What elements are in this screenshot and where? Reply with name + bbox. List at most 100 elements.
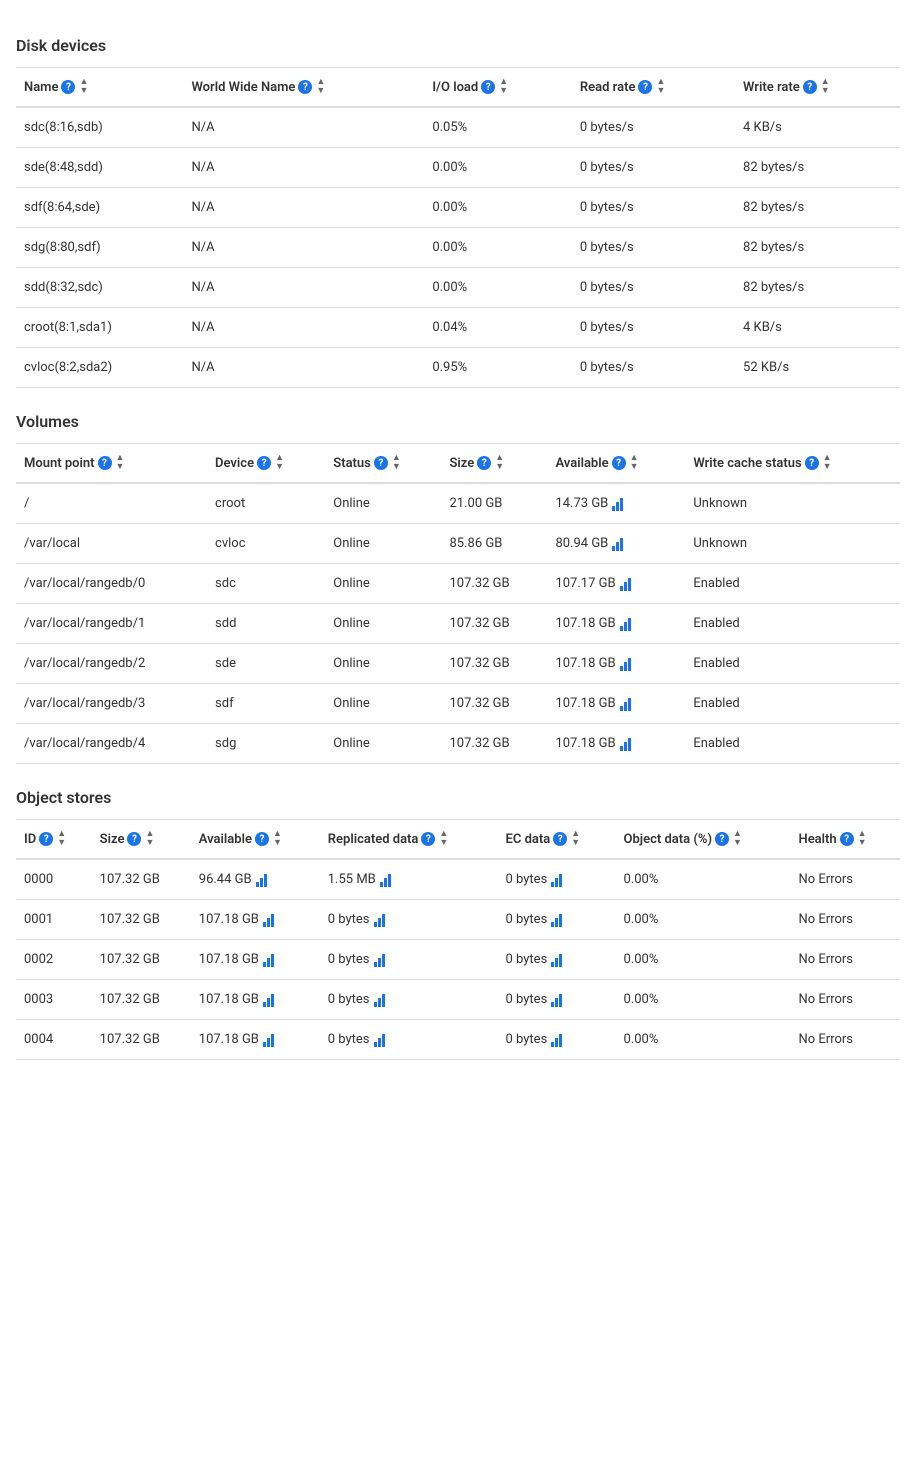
os-id-sort[interactable]: ▲▼ — [57, 830, 66, 848]
bar-chart-icon[interactable] — [551, 993, 562, 1007]
bar-chart-icon[interactable] — [551, 953, 562, 967]
bar-chart-icon[interactable] — [620, 737, 631, 751]
disk-write-cell: 4 KB/s — [735, 107, 900, 148]
th-os-available-label: Available — [199, 832, 252, 847]
vol-available-cell: 80.94 GB — [547, 524, 685, 564]
name-help-icon[interactable]: ? — [61, 80, 75, 94]
wwn-sort[interactable]: ▲▼ — [316, 78, 325, 96]
size-help-icon[interactable]: ? — [477, 456, 491, 470]
th-os-replicated-label: Replicated data — [328, 832, 419, 847]
table-row: /var/local/rangedb/1 sdd Online 107.32 G… — [16, 604, 900, 644]
disk-write-cell: 52 KB/s — [735, 348, 900, 388]
th-os-ec: EC data ? ▲▼ — [498, 820, 616, 860]
bar-chart-icon[interactable] — [620, 697, 631, 711]
os-replicated-sort[interactable]: ▲▼ — [439, 830, 448, 848]
disk-read-cell: 0 bytes/s — [572, 308, 735, 348]
bar-chart-icon[interactable] — [263, 913, 274, 927]
os-replicated-cell: 1.55 MB — [320, 859, 498, 900]
bar-chart-icon[interactable] — [620, 657, 631, 671]
os-ec-sort[interactable]: ▲▼ — [571, 830, 580, 848]
os-size-sort[interactable]: ▲▼ — [145, 830, 154, 848]
read-help-icon[interactable]: ? — [638, 80, 652, 94]
size-sort[interactable]: ▲▼ — [495, 454, 504, 472]
os-health-cell: No Errors — [790, 940, 900, 980]
th-os-size-label: Size — [100, 832, 125, 847]
bar-chart-icon[interactable] — [263, 953, 274, 967]
disk-io-cell: 0.00% — [424, 188, 572, 228]
bar-chart-icon[interactable] — [374, 953, 385, 967]
table-row: sdg(8:80,sdf) N/A 0.00% 0 bytes/s 82 byt… — [16, 228, 900, 268]
th-device-label: Device — [215, 456, 254, 471]
read-sort[interactable]: ▲▼ — [656, 78, 665, 96]
status-sort[interactable]: ▲▼ — [392, 454, 401, 472]
os-ec-cell: 0 bytes — [498, 859, 616, 900]
vol-mount-cell: /var/local/rangedb/2 — [16, 644, 207, 684]
io-sort[interactable]: ▲▼ — [499, 78, 508, 96]
table-row: croot(8:1,sda1) N/A 0.04% 0 bytes/s 4 KB… — [16, 308, 900, 348]
os-id-help-icon[interactable]: ? — [39, 832, 53, 846]
bar-chart-icon[interactable] — [263, 1033, 274, 1047]
bar-chart-icon[interactable] — [551, 1033, 562, 1047]
os-object-pct-sort[interactable]: ▲▼ — [733, 830, 742, 848]
disk-read-cell: 0 bytes/s — [572, 348, 735, 388]
available-help-icon[interactable]: ? — [612, 456, 626, 470]
io-help-icon[interactable]: ? — [481, 80, 495, 94]
vol-mount-cell: /var/local/rangedb/0 — [16, 564, 207, 604]
bar-chart-icon[interactable] — [620, 617, 631, 631]
th-os-id-label: ID — [24, 832, 36, 847]
write-help-icon[interactable]: ? — [803, 80, 817, 94]
device-sort[interactable]: ▲▼ — [275, 454, 284, 472]
name-sort[interactable]: ▲▼ — [79, 78, 88, 96]
os-available-help-icon[interactable]: ? — [255, 832, 269, 846]
bar-chart-icon[interactable] — [374, 993, 385, 1007]
bar-chart-icon[interactable] — [620, 577, 631, 591]
vol-device-cell: croot — [207, 483, 325, 524]
vol-write-cache-cell: Enabled — [685, 684, 900, 724]
os-ec-cell: 0 bytes — [498, 900, 616, 940]
os-available-sort[interactable]: ▲▼ — [273, 830, 282, 848]
bar-chart-icon[interactable] — [612, 497, 623, 511]
mount-sort[interactable]: ▲▼ — [116, 454, 125, 472]
th-name-label: Name — [24, 80, 58, 95]
os-object-pct-help-icon[interactable]: ? — [715, 832, 729, 846]
os-health-sort[interactable]: ▲▼ — [858, 830, 867, 848]
write-sort[interactable]: ▲▼ — [821, 78, 830, 96]
disk-read-cell: 0 bytes/s — [572, 228, 735, 268]
write-cache-sort[interactable]: ▲▼ — [823, 454, 832, 472]
os-ec-help-icon[interactable]: ? — [553, 832, 567, 846]
vol-device-cell: sde — [207, 644, 325, 684]
th-write-cache: Write cache status ? ▲▼ — [685, 444, 900, 484]
os-size-help-icon[interactable]: ? — [127, 832, 141, 846]
bar-chart-icon[interactable] — [374, 1033, 385, 1047]
os-health-help-icon[interactable]: ? — [840, 832, 854, 846]
bar-chart-icon[interactable] — [380, 873, 391, 887]
available-sort[interactable]: ▲▼ — [630, 454, 639, 472]
os-object-pct-cell: 0.00% — [615, 940, 790, 980]
device-help-icon[interactable]: ? — [257, 456, 271, 470]
disk-read-cell: 0 bytes/s — [572, 148, 735, 188]
vol-available-cell: 107.18 GB — [547, 684, 685, 724]
disk-name-cell: croot(8:1,sda1) — [16, 308, 183, 348]
os-ec-cell: 0 bytes — [498, 1020, 616, 1060]
disk-write-cell: 82 bytes/s — [735, 228, 900, 268]
write-cache-help-icon[interactable]: ? — [805, 456, 819, 470]
os-id-cell: 0004 — [16, 1020, 92, 1060]
bar-chart-icon[interactable] — [612, 537, 623, 551]
os-replicated-help-icon[interactable]: ? — [421, 832, 435, 846]
bar-chart-icon[interactable] — [374, 913, 385, 927]
bar-chart-icon[interactable] — [551, 873, 562, 887]
table-row: sde(8:48,sdd) N/A 0.00% 0 bytes/s 82 byt… — [16, 148, 900, 188]
vol-write-cache-cell: Enabled — [685, 604, 900, 644]
bar-chart-icon[interactable] — [263, 993, 274, 1007]
status-help-icon[interactable]: ? — [374, 456, 388, 470]
wwn-help-icon[interactable]: ? — [298, 80, 312, 94]
th-os-size: Size ? ▲▼ — [92, 820, 191, 860]
disk-read-cell: 0 bytes/s — [572, 188, 735, 228]
mount-help-icon[interactable]: ? — [98, 456, 112, 470]
object-stores-title: Object stores — [16, 788, 900, 807]
os-object-pct-cell: 0.00% — [615, 980, 790, 1020]
bar-chart-icon[interactable] — [256, 873, 267, 887]
th-available: Available ? ▲▼ — [547, 444, 685, 484]
disk-name-cell: cvloc(8:2,sda2) — [16, 348, 183, 388]
bar-chart-icon[interactable] — [551, 913, 562, 927]
